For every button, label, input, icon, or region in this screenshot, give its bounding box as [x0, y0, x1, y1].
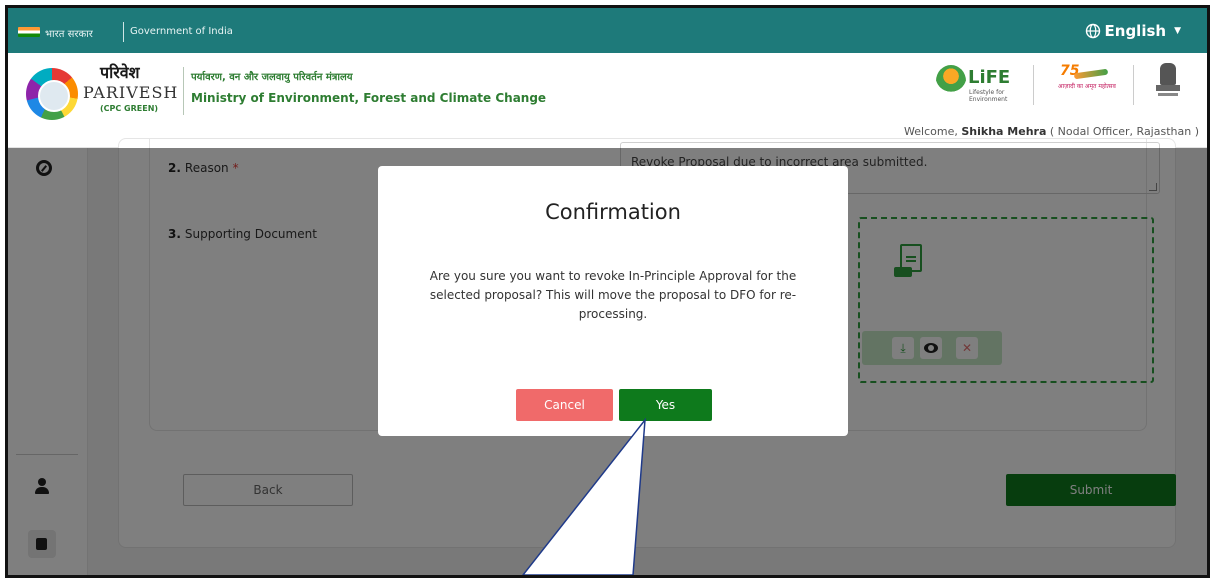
welcome-prefix: Welcome, [904, 125, 958, 138]
globe-icon [1085, 23, 1100, 39]
azadi-logo-text: आज़ादी का अमृत महोत्सव [1058, 83, 1116, 90]
app-window: भारत सरकार Government of India English ▼… [5, 5, 1210, 578]
india-flag-icon [18, 27, 40, 37]
ministry-hindi: पर्यावरण, वन और जलवायु परिवर्तन मंत्रालय [191, 72, 353, 83]
national-emblem-icon [1156, 63, 1180, 103]
brand-english: PARIVESH [83, 83, 179, 102]
life-logo: LiFE Lifestyle for Environment [936, 61, 1018, 107]
divider [123, 22, 124, 42]
divider [1133, 65, 1134, 105]
life-logo-text: LiFE [968, 67, 1011, 88]
divider [183, 67, 184, 115]
welcome-text: Welcome, Shikha Mehra ( Nodal Officer, R… [904, 125, 1199, 138]
user-name: Shikha Mehra [961, 125, 1047, 138]
gov-hindi-label: भारत सरकार [45, 29, 93, 40]
user-role: ( Nodal Officer, Rajasthan ) [1049, 125, 1199, 138]
language-label: English [1104, 22, 1167, 40]
brand-sub: (CPC GREEN) [100, 104, 159, 113]
site-header: परिवेश PARIVESH (CPC GREEN) पर्यावरण, वन… [8, 53, 1207, 148]
cancel-button[interactable]: Cancel [516, 389, 613, 421]
modal-backdrop[interactable]: Confirmation Are you sure you want to re… [8, 148, 1207, 575]
dialog-message: Are you sure you want to revoke In-Princ… [429, 269, 797, 321]
life-mark-icon [936, 65, 966, 97]
azadi-logo: 75 आज़ादी का अमृत महोत्सव [1048, 61, 1118, 105]
gov-english-label: Government of India [130, 26, 233, 37]
divider [1033, 65, 1034, 105]
language-selector[interactable]: English ▼ [1085, 22, 1181, 40]
life-logo-sub: Lifestyle for Environment [969, 89, 1008, 103]
ministry-english: Ministry of Environment, Forest and Clim… [191, 91, 547, 105]
government-bar: भारत सरकार Government of India English ▼ [8, 8, 1207, 53]
dialog-title: Confirmation [545, 200, 681, 224]
confirmation-dialog: Confirmation Are you sure you want to re… [378, 166, 848, 436]
parivesh-logo-icon[interactable] [26, 68, 78, 120]
brand-hindi: परिवेश [100, 63, 140, 82]
chevron-down-icon: ▼ [1174, 26, 1181, 36]
yes-button[interactable]: Yes [619, 389, 712, 421]
